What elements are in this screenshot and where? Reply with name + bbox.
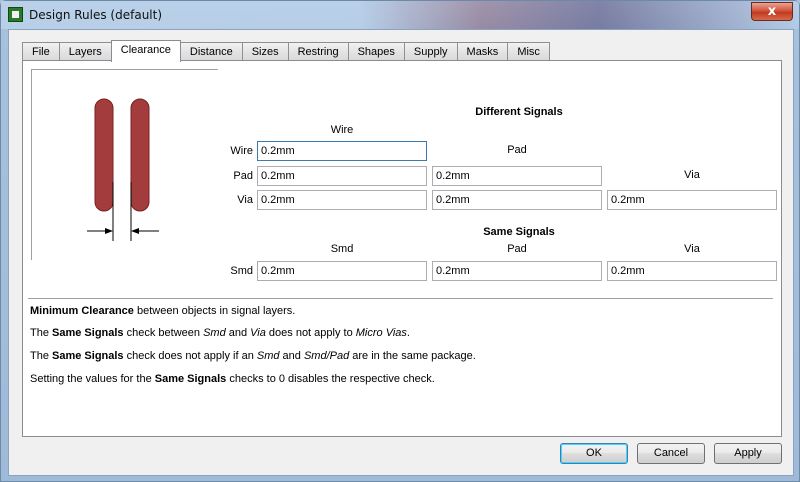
description-line-2: The Same Signals check between Smd and V…: [30, 327, 410, 339]
left-arrowhead: [105, 228, 113, 234]
desc3-d: are in the same package.: [349, 350, 476, 362]
pad-wire-field[interactable]: [257, 166, 427, 186]
tab-sizes[interactable]: Sizes: [241, 42, 289, 61]
right-trace: [130, 98, 150, 212]
description-line-4: Setting the values for the Same Signals …: [30, 373, 435, 385]
apply-button[interactable]: Apply: [714, 443, 782, 464]
desc2-a: The: [30, 327, 53, 339]
smd-pad-field[interactable]: [432, 261, 602, 281]
desc3-i2: Smd/Pad: [303, 350, 350, 362]
desc4-bold: Same Signals: [154, 373, 227, 385]
app-icon: [8, 7, 23, 22]
tab-restring[interactable]: Restring: [287, 42, 349, 61]
window-title: Design Rules (default): [29, 8, 163, 22]
row-label-smd: Smd: [230, 265, 253, 277]
desc2-i3: Micro Vias: [355, 327, 407, 339]
tab-shapes[interactable]: Shapes: [347, 42, 405, 61]
desc2-d: does not apply to: [265, 327, 356, 339]
clearance-illustration: [31, 69, 218, 260]
desc1-bold: Minimum Clearance: [30, 305, 134, 317]
smd-via-field[interactable]: [607, 261, 777, 281]
desc3-i1: Smd: [256, 350, 280, 362]
desc2-b: check between: [123, 327, 204, 339]
description-line-1: Minimum Clearance between objects in sig…: [30, 305, 295, 317]
row-label-pad: Pad: [233, 170, 253, 182]
via-pad-field[interactable]: [432, 190, 602, 210]
clearance-panel: Different Signals Wire Pad Via Wire Pad …: [22, 60, 782, 437]
desc2-c: and: [225, 327, 251, 339]
pad-pad-field[interactable]: [432, 166, 602, 186]
desc3-bold: Same Signals: [52, 350, 124, 362]
desc3-b: check does not apply if an: [123, 350, 257, 362]
desc2-e: .: [406, 327, 410, 339]
smd-smd-field[interactable]: [257, 261, 427, 281]
desc2-i2: Via: [250, 327, 266, 339]
tab-distance[interactable]: Distance: [179, 42, 243, 61]
title-bar[interactable]: Design Rules (default) x: [1, 1, 799, 29]
tab-supply[interactable]: Supply: [403, 42, 458, 61]
col-label-wire: Wire: [330, 124, 354, 136]
same-signals-title: Same Signals: [483, 226, 555, 238]
tab-file[interactable]: File: [22, 42, 60, 61]
col-label-same-via: Via: [684, 243, 700, 255]
col-label-pad: Pad: [507, 144, 527, 156]
col-label-via: Via: [684, 169, 700, 181]
via-wire-field[interactable]: [257, 190, 427, 210]
col-label-same-pad: Pad: [507, 243, 527, 255]
cancel-button[interactable]: Cancel: [637, 443, 705, 464]
tab-misc[interactable]: Misc: [507, 42, 550, 61]
design-rules-window: Design Rules (default) x File Layers Cle…: [0, 0, 800, 482]
ok-button[interactable]: OK: [560, 443, 628, 464]
row-label-wire: Wire: [230, 145, 253, 157]
left-trace: [94, 98, 114, 212]
dialog-body: File Layers Clearance Distance Sizes Res…: [8, 29, 794, 476]
desc4-b: checks to 0 disables the respective chec…: [226, 373, 435, 385]
tab-layers[interactable]: Layers: [58, 42, 112, 61]
tab-masks[interactable]: Masks: [456, 42, 509, 61]
desc2-i1: Smd: [203, 327, 226, 339]
desc3-a: The: [30, 350, 53, 362]
description-line-3: The Same Signals check does not apply if…: [30, 350, 476, 362]
col-label-smd: Smd: [330, 243, 354, 255]
via-via-field[interactable]: [607, 190, 777, 210]
tab-bar: File Layers Clearance Distance Sizes Res…: [22, 40, 550, 62]
tab-clearance[interactable]: Clearance: [110, 40, 181, 62]
desc3-c: and: [279, 350, 304, 362]
clearance-diagram: [87, 98, 159, 241]
close-button[interactable]: x: [751, 2, 793, 21]
row-label-via: Via: [237, 194, 253, 206]
right-arrowhead: [131, 228, 139, 234]
separator: [28, 298, 773, 300]
desc4-a: Setting the values for the: [30, 373, 155, 385]
different-signals-title: Different Signals: [475, 106, 563, 118]
desc2-bold: Same Signals: [52, 327, 124, 339]
desc1-text: between objects in signal layers.: [133, 305, 296, 317]
wire-wire-field[interactable]: [257, 141, 427, 161]
